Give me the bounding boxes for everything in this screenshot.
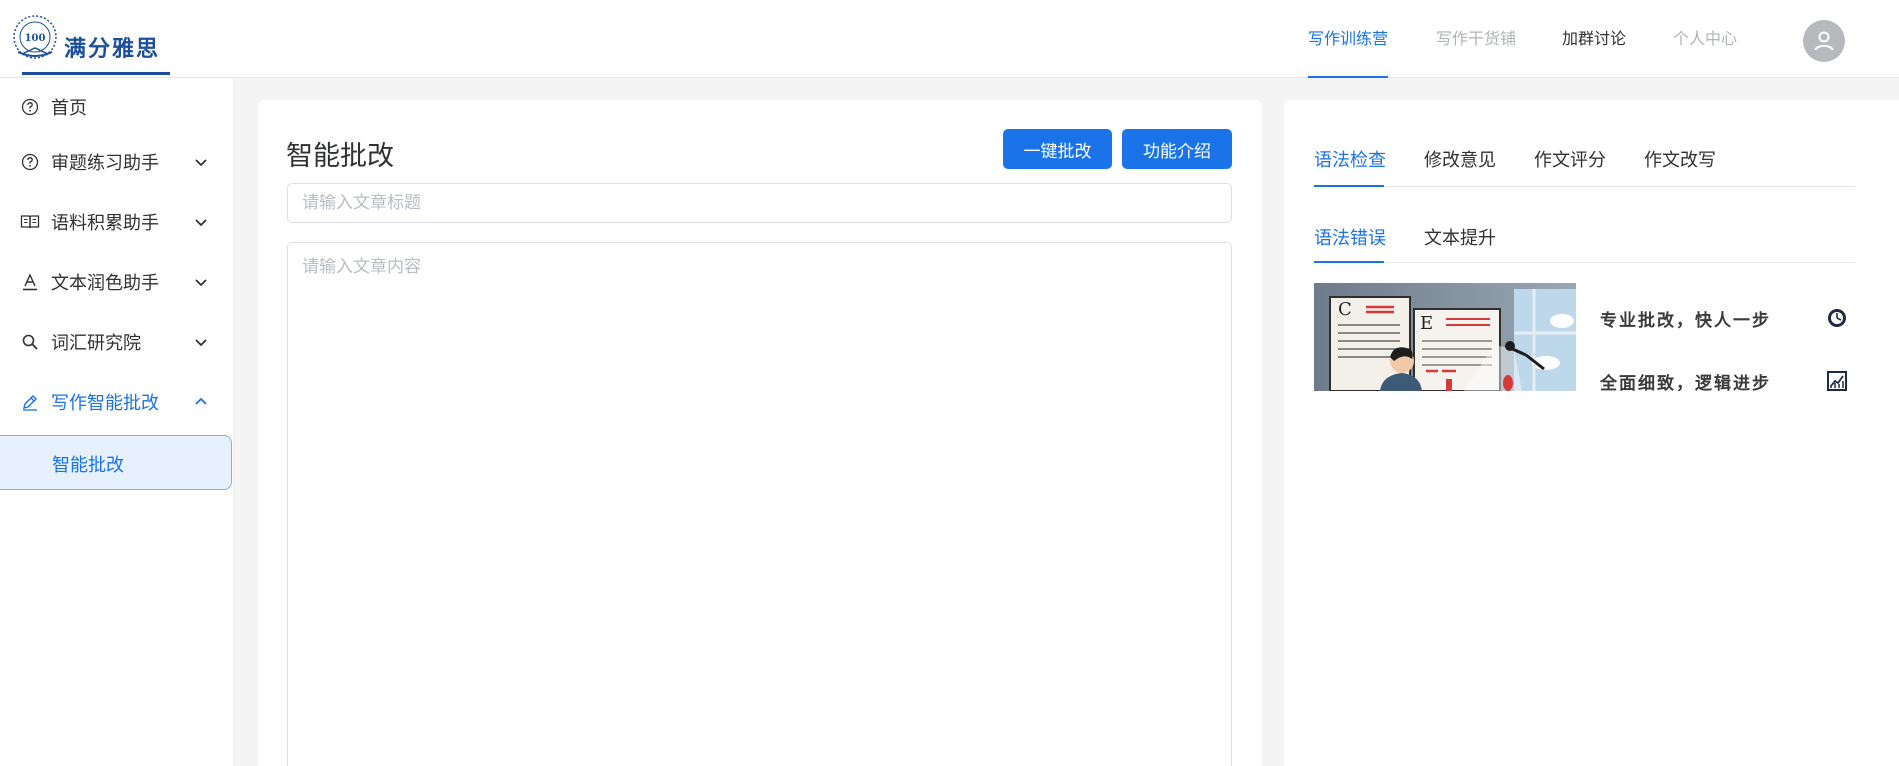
sidebar-item-polish[interactable]: 文本润色助手 — [0, 253, 234, 311]
sidebar-item-label: 语料积累助手 — [51, 213, 159, 234]
illus-letter: E — [1420, 313, 1433, 334]
chevron-down-icon — [195, 279, 207, 287]
nav-writing-tips[interactable]: 写作干货铺 — [1436, 0, 1516, 78]
promo-banner: C E 专业批改，快人一步 全面细致，逻辑进步 — [1314, 283, 1855, 391]
sidebar-item-vocabulary[interactable]: 词汇研究院 — [0, 313, 234, 371]
sidebar-item-label: 审题练习助手 — [51, 153, 159, 174]
illus-letter: C — [1338, 299, 1352, 320]
nav-personal-center[interactable]: 个人中心 — [1673, 0, 1737, 78]
result-subtabs: 语法错误 文本提升 — [1314, 187, 1855, 263]
question-circle-icon — [20, 97, 40, 117]
nav-writing-camp[interactable]: 写作训练营 — [1308, 0, 1389, 78]
user-icon — [1814, 31, 1834, 51]
tab-revision-advice[interactable]: 修改意见 — [1424, 146, 1496, 172]
pen-icon — [20, 392, 40, 412]
logo-underline — [22, 72, 170, 75]
logo-badge-text: 100 — [25, 33, 46, 44]
sidebar-subitem-smart-correction[interactable]: 智能批改 — [0, 435, 232, 490]
essay-content-textarea[interactable] — [287, 242, 1232, 766]
avatar[interactable] — [1803, 20, 1845, 62]
subtab-text-improvement[interactable]: 文本提升 — [1424, 224, 1496, 250]
page-title: 智能批改 — [286, 141, 394, 172]
chevron-up-icon — [195, 397, 207, 405]
result-tabs: 语法检查 修改意见 作文评分 作文改写 — [1314, 100, 1855, 187]
one-click-correct-button[interactable]: 一键批改 — [1003, 129, 1112, 169]
search-icon — [20, 332, 40, 352]
sidebar-item-label: 文本润色助手 — [51, 273, 159, 294]
top-header: 100 满分雅思 写作训练营 写作干货铺 加群讨论 个人中心 — [0, 0, 1899, 78]
logo-text: 满分雅思 — [64, 36, 161, 62]
result-panel: 语法检查 修改意见 作文评分 作文改写 语法错误 文本提升 C E 专业批改，快… — [1284, 100, 1899, 766]
sidebar-item-topic-practice[interactable]: 审题练习助手 — [0, 133, 234, 191]
tab-grammar-check[interactable]: 语法检查 — [1314, 146, 1386, 172]
sidebar-item-corpus[interactable]: 语料积累助手 — [0, 193, 234, 251]
editor-card: 智能批改 一键批改 功能介绍 — [258, 100, 1262, 766]
chart-growth-icon — [1827, 371, 1847, 391]
text-underline-icon — [20, 272, 40, 292]
banner-slogan-2: 全面细致，逻辑进步 — [1600, 374, 1771, 391]
nav-join-group[interactable]: 加群讨论 — [1562, 0, 1626, 78]
book-icon — [20, 212, 40, 232]
chevron-down-icon — [195, 339, 207, 347]
sidebar-item-smart-correction[interactable]: 写作智能批改 — [0, 373, 234, 431]
sidebar-item-label: 首页 — [51, 98, 87, 119]
sidebar-item-label: 词汇研究院 — [51, 333, 141, 354]
sidebar-subitem-label: 智能批改 — [52, 455, 124, 476]
sidebar: 首页 审题练习助手 语料积累助手 文本润色助手 词汇研究院 写作智能批改 智能批… — [0, 78, 234, 766]
banner-illustration: C E — [1314, 283, 1576, 391]
question-circle-icon — [20, 152, 40, 172]
essay-title-input[interactable] — [287, 183, 1232, 223]
laurel-badge-icon: 100 — [13, 15, 57, 59]
sidebar-item-home[interactable]: 首页 — [0, 78, 234, 136]
banner-slogan-1: 专业批改，快人一步 — [1600, 311, 1771, 331]
chevron-down-icon — [195, 219, 207, 227]
sidebar-item-label: 写作智能批改 — [51, 393, 159, 414]
subtab-grammar-errors[interactable]: 语法错误 — [1314, 224, 1386, 250]
tab-essay-score[interactable]: 作文评分 — [1534, 146, 1606, 172]
chevron-down-icon — [195, 159, 207, 167]
subtab-active-indicator — [1314, 261, 1384, 263]
feature-intro-button[interactable]: 功能介绍 — [1122, 129, 1232, 169]
clock-icon — [1828, 309, 1846, 327]
tab-essay-rewrite[interactable]: 作文改写 — [1644, 146, 1716, 172]
